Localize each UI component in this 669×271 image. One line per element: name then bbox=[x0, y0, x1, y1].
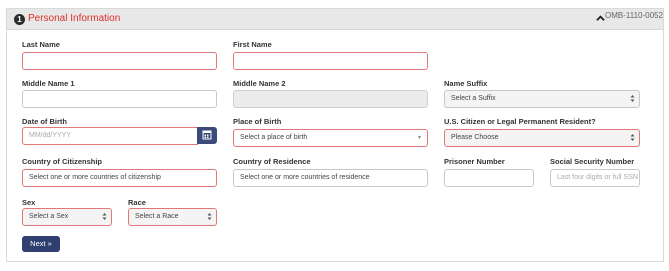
country-citizenship-label: Country of Citizenship bbox=[22, 157, 102, 166]
first-name-label: First Name bbox=[233, 40, 272, 49]
step-number-badge: 1 bbox=[14, 14, 25, 25]
ssn-input[interactable]: Last four digits or full SSN bbox=[550, 169, 640, 187]
updown-arrows-icon bbox=[207, 209, 212, 225]
middle-name-2-label: Middle Name 2 bbox=[233, 79, 286, 88]
name-suffix-select[interactable]: Select a Suffix bbox=[444, 90, 640, 108]
country-residence-select[interactable]: Select one or more countries of residenc… bbox=[233, 169, 428, 187]
prisoner-number-label: Prisoner Number bbox=[444, 157, 505, 166]
country-residence-label: Country of Residence bbox=[233, 157, 311, 166]
date-of-birth-input[interactable]: MM/dd/YYYY bbox=[22, 127, 198, 145]
citizen-select[interactable]: Please Choose bbox=[444, 129, 640, 147]
citizen-label: U.S. Citizen or Legal Permanent Resident… bbox=[444, 117, 596, 126]
middle-name-1-input[interactable] bbox=[22, 90, 217, 108]
updown-arrows-icon bbox=[102, 209, 107, 225]
first-name-input[interactable] bbox=[233, 52, 428, 70]
last-name-input[interactable] bbox=[22, 52, 217, 70]
race-value: Select a Race bbox=[135, 213, 179, 220]
caret-up-icon[interactable] bbox=[596, 14, 605, 23]
place-of-birth-label: Place of Birth bbox=[233, 117, 282, 126]
calendar-icon bbox=[202, 130, 212, 140]
date-of-birth-label: Date of Birth bbox=[22, 117, 67, 126]
updown-arrows-icon bbox=[630, 91, 635, 107]
name-suffix-value: Select a Suffix bbox=[451, 95, 496, 102]
calendar-button[interactable] bbox=[197, 127, 217, 144]
sex-value: Select a Sex bbox=[29, 213, 69, 220]
panel-title: Personal Information bbox=[28, 13, 121, 24]
prisoner-number-input[interactable] bbox=[444, 169, 534, 187]
next-button[interactable]: Next » bbox=[22, 236, 60, 252]
place-of-birth-select[interactable]: Select a place of birth ▾ bbox=[233, 129, 428, 147]
race-select[interactable]: Select a Race bbox=[128, 208, 217, 226]
place-of-birth-value: Select a place of birth bbox=[240, 134, 308, 141]
sex-select[interactable]: Select a Sex bbox=[22, 208, 112, 226]
race-label: Race bbox=[128, 198, 146, 207]
middle-name-1-label: Middle Name 1 bbox=[22, 79, 75, 88]
name-suffix-label: Name Suffix bbox=[444, 79, 488, 88]
country-citizenship-select[interactable]: Select one or more countries of citizens… bbox=[22, 169, 217, 187]
citizen-value: Please Choose bbox=[451, 134, 499, 141]
updown-arrows-icon bbox=[630, 130, 635, 146]
panel-header[interactable]: 1 Personal Information OMB-1110-0052 bbox=[7, 9, 663, 30]
omb-number: OMB-1110-0052 bbox=[605, 11, 663, 20]
middle-name-2-input bbox=[233, 90, 428, 108]
last-name-label: Last Name bbox=[22, 40, 60, 49]
chevron-down-icon: ▾ bbox=[417, 135, 421, 141]
sex-label: Sex bbox=[22, 198, 36, 207]
ssn-label: Social Security Number bbox=[550, 157, 635, 166]
